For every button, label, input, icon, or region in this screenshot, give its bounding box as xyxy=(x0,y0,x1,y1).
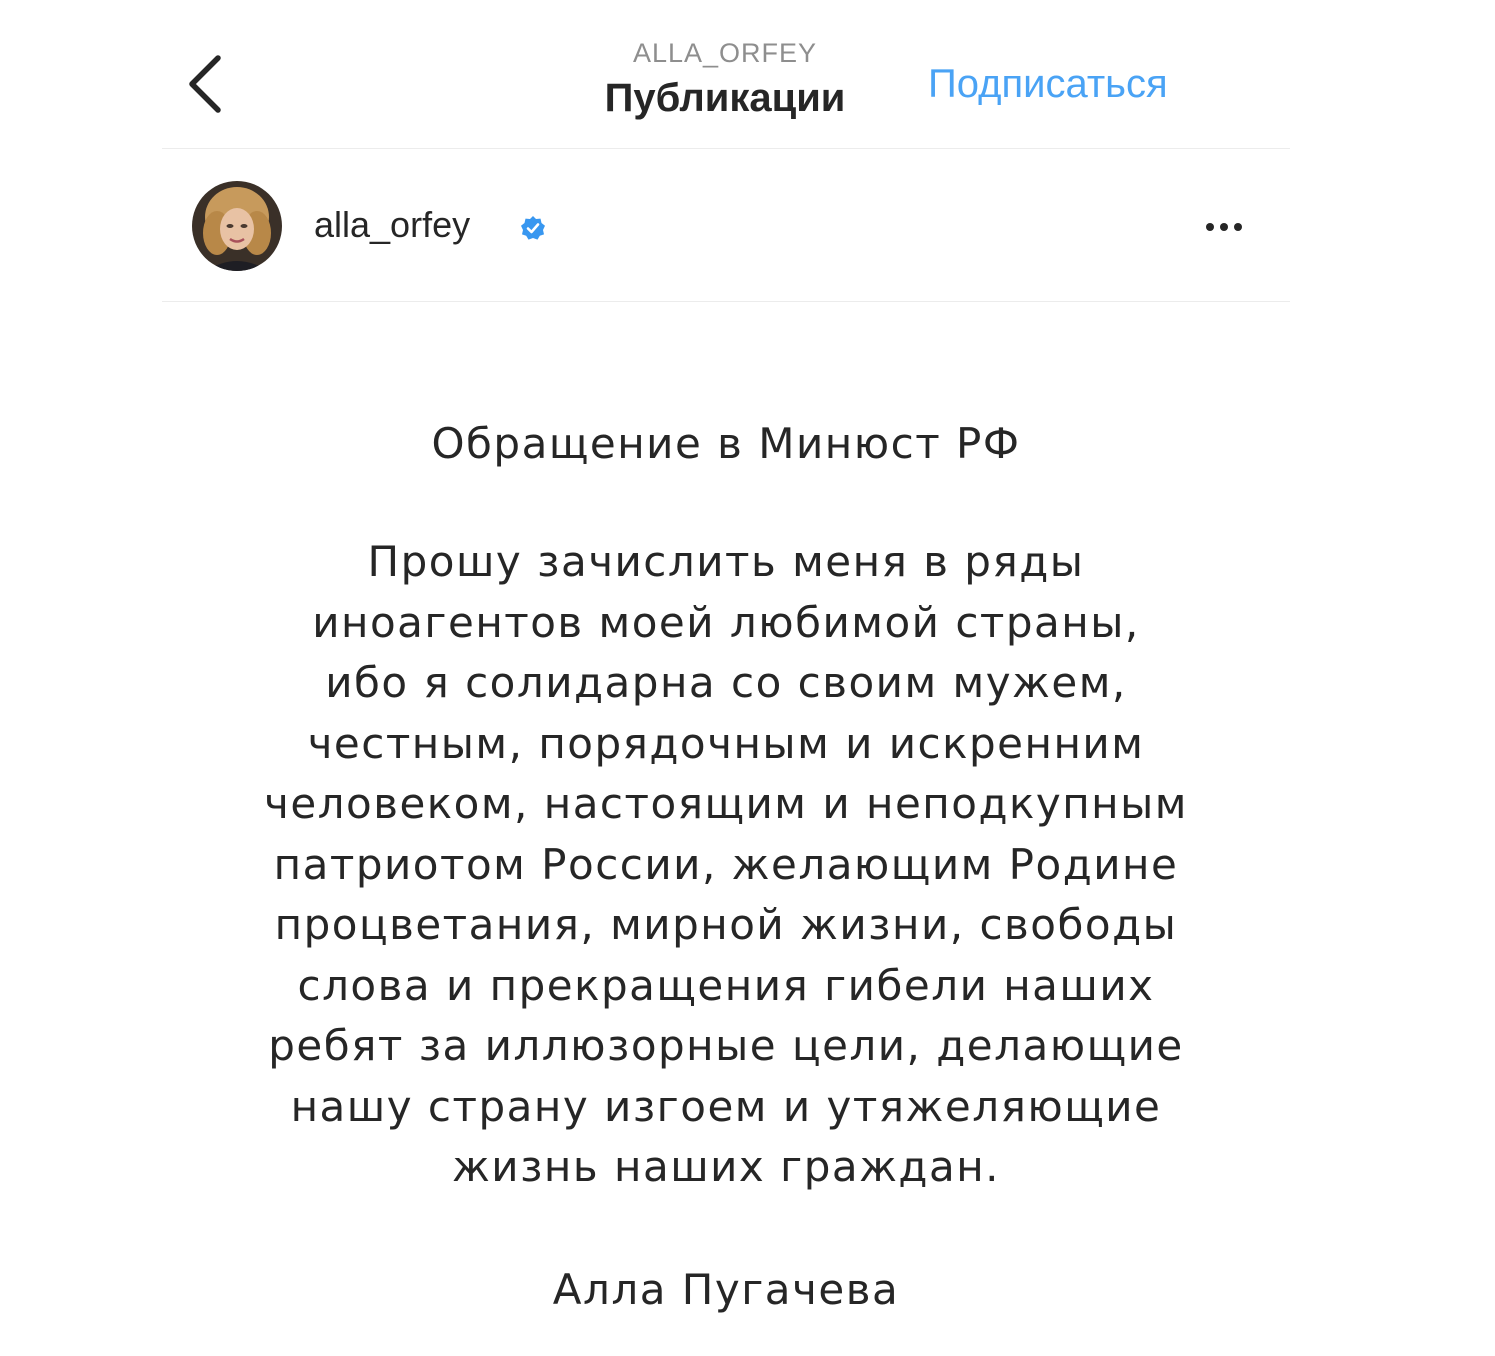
post-line: патриотом России, желающим Родине xyxy=(273,839,1179,889)
post-line: иноагентов моей любимой страны, xyxy=(312,597,1140,647)
avatar-image xyxy=(192,181,282,271)
post-line: человеком, настоящим и неподкупным xyxy=(264,779,1188,828)
post-line: нашу страну изгоем и утяжеляющие xyxy=(290,1081,1162,1131)
page-title: Публикации xyxy=(604,76,846,120)
post-line: слова и прекращения гибели наших xyxy=(297,960,1155,1010)
header-title-block: ALLA_ORFEY Публикации xyxy=(492,36,958,124)
post-signature: Алла Пугачева xyxy=(552,1264,900,1314)
post-line: честным, порядочным и искренним xyxy=(307,718,1145,768)
post-header: alla_orfey xyxy=(162,149,1290,302)
post-username[interactable]: alla_orfey xyxy=(314,203,470,247)
post-line: Прошу зачислить меня в ряды xyxy=(367,537,1085,586)
more-options-button[interactable] xyxy=(1196,209,1252,245)
subscribe-button[interactable]: Подписаться xyxy=(928,58,1168,110)
verified-badge-icon xyxy=(521,216,545,240)
post-line: ребят за иллюзорные цели, делающие xyxy=(268,1021,1184,1070)
more-options-icon xyxy=(1206,223,1242,231)
avatar[interactable] xyxy=(192,181,282,271)
post-line: процветания, мирной жизни, свободы xyxy=(274,900,1178,949)
post-heading: Обращение в Минюст РФ xyxy=(431,419,1021,468)
top-navigation-bar: ALLA_ORFEY Публикации Подписаться xyxy=(162,0,1290,149)
post-content: Обращение в Минюст РФ Прошу зачислить ме… xyxy=(162,400,1290,1334)
chevron-left-icon xyxy=(189,55,221,113)
post-line: жизнь наших граждан. xyxy=(451,1142,1001,1191)
post-paragraph: Прошу зачислить меня в ряды иноагентов м… xyxy=(162,532,1290,1198)
back-button[interactable] xyxy=(184,52,228,116)
header-username: ALLA_ORFEY xyxy=(632,38,818,68)
post-line: ибо я солидарна со своим мужем, xyxy=(325,658,1127,707)
